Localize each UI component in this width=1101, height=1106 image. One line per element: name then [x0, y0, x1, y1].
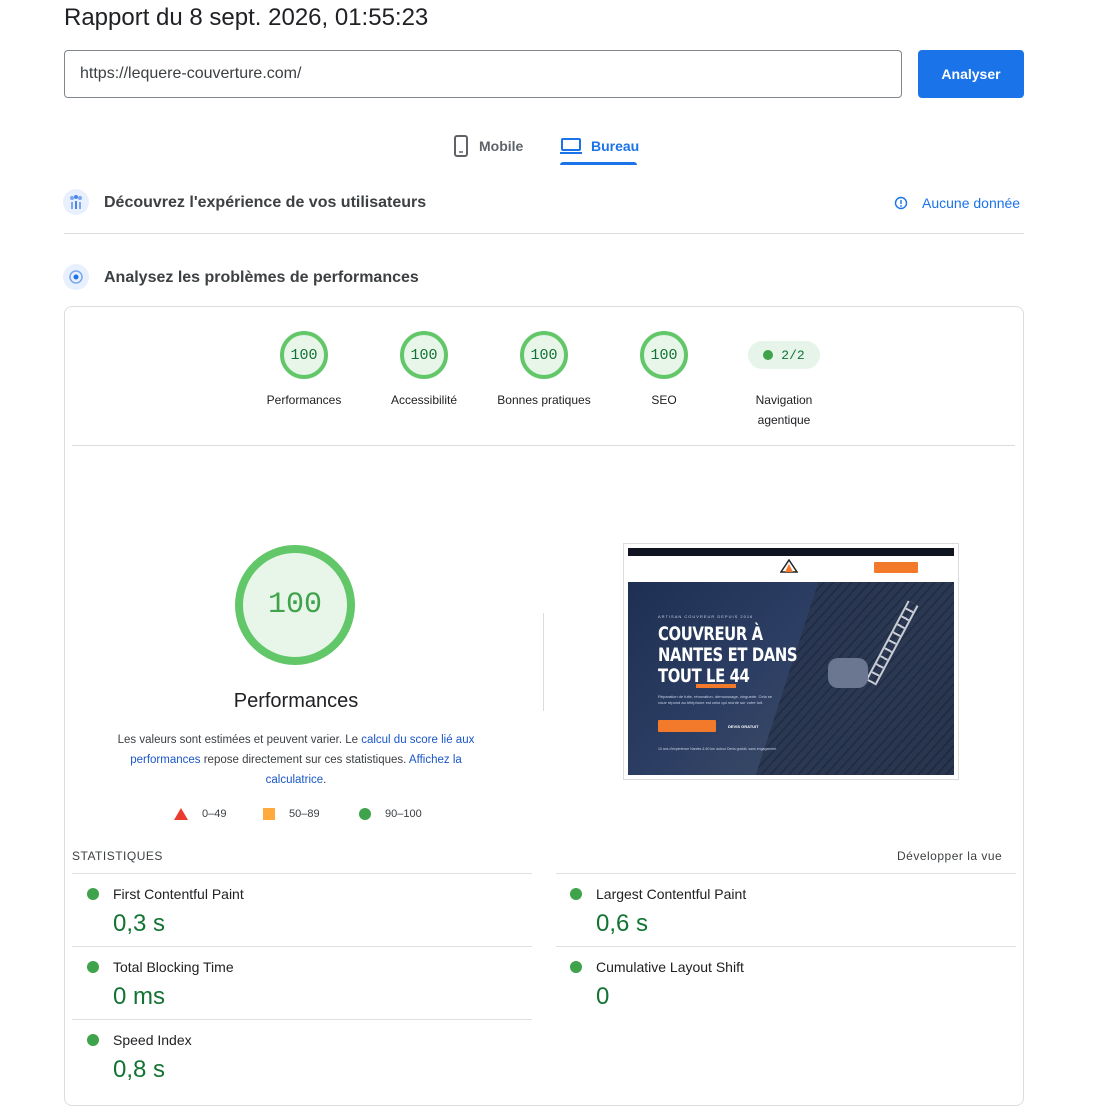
analyze-button[interactable]: Analyser — [918, 50, 1024, 98]
gauges-divider — [72, 445, 1015, 446]
agentic-score: 2/2 — [781, 347, 805, 363]
legend-average: 50–89 — [263, 808, 320, 820]
roofer-graphic — [828, 658, 868, 688]
section-divider — [64, 233, 1024, 234]
screenshot-underline — [696, 684, 736, 688]
legend-average-label: 50–89 — [289, 808, 320, 820]
metric-label-cls: Cumulative Layout Shift — [596, 959, 744, 975]
smartphone-icon — [454, 135, 468, 157]
metric-value-lcp: 0,6 s — [596, 910, 649, 937]
metric-divider — [72, 946, 532, 947]
score-label-seo: SEO — [651, 393, 677, 407]
expand-view-toggle[interactable]: Développer la vue — [897, 849, 1002, 863]
metric-label-lcp: Largest Contentful Paint — [596, 886, 747, 902]
square-icon — [263, 808, 275, 820]
score-gauge-seo[interactable]: 100 — [640, 331, 688, 379]
user-experience-icon — [63, 189, 89, 215]
triangle-icon — [174, 808, 188, 820]
metric-value-tbt: 0 ms — [113, 983, 166, 1010]
screenshot-topbar — [628, 548, 954, 556]
url-input[interactable] — [64, 50, 902, 98]
pass-dot-icon — [87, 888, 99, 900]
desc-text-2: repose directement sur ces statistiques. — [200, 754, 409, 766]
metric-value-fcp: 0,3 s — [113, 910, 166, 937]
statistics-heading: STATISTIQUES — [72, 849, 163, 863]
pass-dot-icon — [87, 961, 99, 973]
score-gauge-performance[interactable]: 100 — [280, 331, 328, 379]
score-description: Les valeurs sont estimées et peuvent var… — [105, 730, 487, 790]
vertical-separator — [543, 613, 544, 711]
score-gauge-accessibility[interactable]: 100 — [400, 331, 448, 379]
agentic-label-line2: agentique — [757, 413, 811, 427]
pass-dot-icon — [87, 1034, 99, 1046]
performance-main-title: Performances — [233, 690, 359, 712]
metric-label-si: Speed Index — [113, 1032, 192, 1048]
screenshot-phone-button — [874, 562, 918, 573]
screenshot-paragraph: Réparation de fuite, rénovation, démouss… — [658, 694, 773, 705]
performance-section-title: Analysez les problèmes de performances — [104, 269, 419, 286]
legend-fail: 0–49 — [174, 808, 226, 820]
screenshot-cta-button — [658, 720, 716, 732]
screenshot-subtitle: ARTISAN COUVREUR DEPUIS 2016 — [658, 614, 754, 619]
tab-desktop[interactable]: Bureau — [560, 128, 639, 164]
metric-divider — [72, 1019, 532, 1020]
pass-dot-icon — [570, 888, 582, 900]
tab-desktop-label: Bureau — [591, 138, 640, 154]
agentic-label-line1: Navigation — [755, 393, 813, 407]
page-screenshot[interactable]: ARTISAN COUVREUR DEPUIS 2016 COUVREUR À … — [623, 543, 959, 780]
desc-text-3: . — [323, 774, 327, 786]
report-title: Rapport du 8 sept. 2026, 01:55:23 — [64, 4, 429, 31]
agentic-navigation-badge[interactable]: 2/2 — [748, 341, 820, 369]
tab-mobile[interactable]: Mobile — [452, 128, 523, 164]
performance-main-gauge: 100 — [235, 545, 355, 665]
metric-label-fcp: First Contentful Paint — [113, 886, 244, 902]
legend-pass: 90–100 — [359, 808, 422, 820]
screenshot-headline: COUVREUR À NANTES ET DANS TOUT LE 44 — [658, 623, 798, 687]
screenshot-footer: 10 ans d'expérience Nantes & 60 km autou… — [658, 747, 777, 751]
logo-icon — [780, 559, 798, 573]
score-gauge-best-practices[interactable]: 100 — [520, 331, 568, 379]
no-data-label: Aucune donnée — [922, 195, 1021, 211]
info-icon — [894, 196, 908, 210]
desc-text-1: Les valeurs sont estimées et peuvent var… — [117, 734, 362, 746]
performance-diagnose-icon — [63, 264, 89, 290]
metric-divider — [556, 873, 1016, 874]
screenshot-cta-text: DEVIS GRATUIT — [728, 724, 759, 729]
user-experience-title: Découvrez l'expérience de vos utilisateu… — [104, 194, 427, 211]
no-data-link[interactable]: Aucune donnée — [894, 195, 1020, 211]
metric-label-tbt: Total Blocking Time — [113, 959, 234, 975]
screenshot-image: ARTISAN COUVREUR DEPUIS 2016 COUVREUR À … — [628, 548, 954, 775]
pass-dot-icon — [570, 961, 582, 973]
legend-fail-label: 0–49 — [202, 808, 227, 820]
metric-value-si: 0,8 s — [113, 1056, 166, 1083]
score-label-accessibility: Accessibilité — [390, 393, 458, 407]
pass-dot-icon — [763, 350, 774, 360]
legend-pass-label: 90–100 — [385, 808, 422, 820]
score-label-performance: Performances — [266, 393, 342, 407]
metric-divider — [72, 873, 532, 874]
tab-mobile-label: Mobile — [479, 138, 524, 154]
metric-value-cls: 0 — [596, 983, 610, 1010]
laptop-icon — [560, 138, 582, 154]
score-label-best-practices: Bonnes pratiques — [497, 393, 591, 407]
metric-divider — [556, 946, 1016, 947]
tab-active-indicator — [560, 162, 637, 165]
circle-icon — [359, 808, 371, 820]
agentic-navigation-label: Navigation agentique — [724, 390, 844, 430]
